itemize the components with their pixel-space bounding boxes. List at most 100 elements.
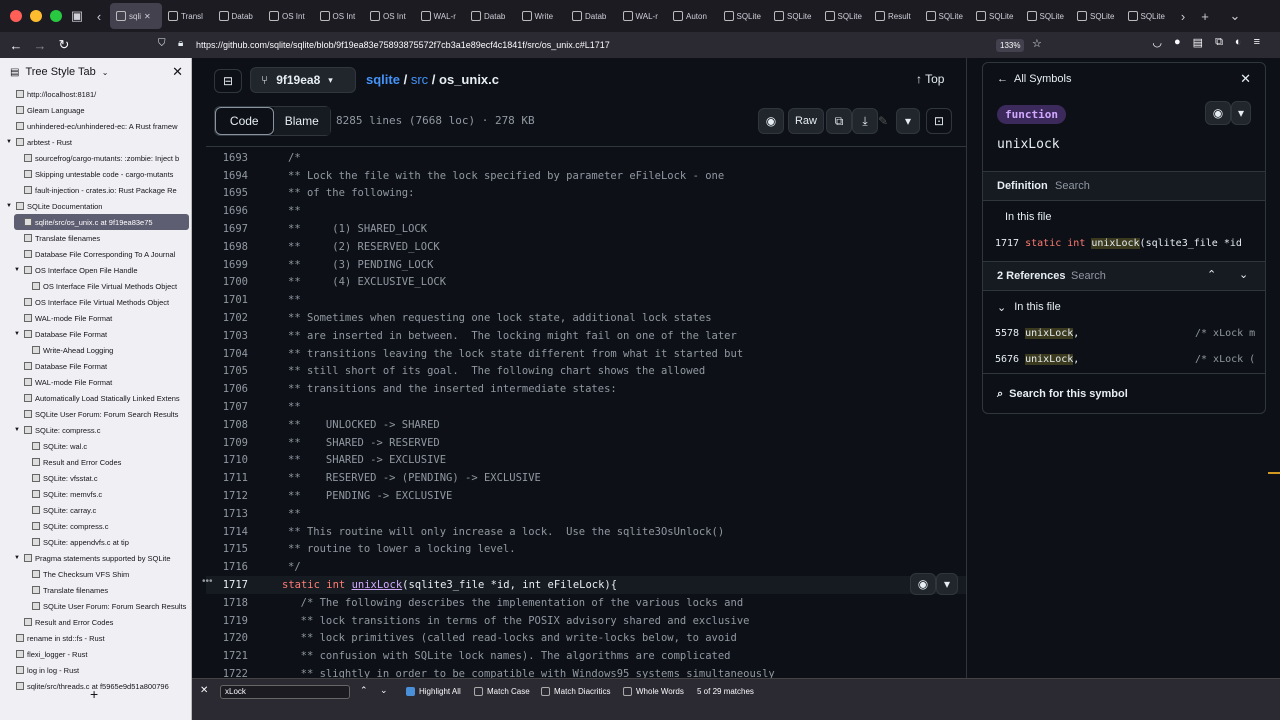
sidebar-tab-item[interactable]: Database File Corresponding To A Journal	[14, 246, 189, 262]
line-number[interactable]: 1700	[206, 276, 258, 288]
browser-tab[interactable]: SQLite	[1071, 0, 1122, 32]
sidebar-tab-item[interactable]: log in log - Rust	[6, 662, 189, 678]
line-number[interactable]: 1707	[206, 401, 258, 413]
code-line[interactable]: 1700 ** (4) EXCLUSIVE_LOCK	[206, 274, 967, 292]
sidebar-tab-item[interactable]: flexi_logger - Rust	[6, 646, 189, 662]
sidebar-tab-item[interactable]: sourcefrog/cargo-mutants: :zombie: Injec…	[14, 150, 189, 166]
code-line[interactable]: 1719 ** lock transitions in terms of the…	[206, 612, 967, 630]
code-line[interactable]: 1695 ** of the following:	[206, 185, 967, 203]
line-number[interactable]: 1716	[206, 561, 258, 573]
close-panel-icon[interactable]: ✕	[1240, 71, 1251, 87]
file-tree-toggle-icon[interactable]: ⊟	[214, 69, 242, 93]
sidebar-tab-item[interactable]: unhindered-ec/unhindered-ec: A Rust fram…	[6, 118, 189, 134]
line-number[interactable]: 1693	[206, 152, 258, 164]
raw-button[interactable]: Raw	[788, 108, 824, 134]
reload-icon[interactable]: ↻	[52, 37, 76, 53]
code-line[interactable]: 1707 **	[206, 398, 967, 416]
code-line[interactable]: 1694 ** Lock the file with the lock speci…	[206, 167, 967, 185]
browser-tab[interactable]: SQLite	[718, 0, 769, 32]
line-number[interactable]: 1696	[206, 205, 258, 217]
match-diacritics-checkbox[interactable]: Match Diacritics	[541, 687, 610, 696]
sidebar-tab-item[interactable]: Result and Error Codes	[14, 614, 189, 630]
code-line[interactable]: 1722 ** slightly in order to be compatib…	[206, 665, 967, 678]
code-line[interactable]: 1717 static int unixLock(sqlite3_file *id…	[206, 576, 967, 594]
references-in-file-group[interactable]: ⌄ In this file	[997, 301, 1279, 314]
code-line[interactable]: 1705 ** still short of its goal. The foll…	[206, 363, 967, 381]
sidebar-tab-item[interactable]: ▼ SQLite Documentation	[6, 198, 189, 214]
code-token[interactable]: unixLock	[352, 579, 403, 591]
browser-tab[interactable]: Result	[869, 0, 920, 32]
references-search-tab[interactable]: Search	[1071, 270, 1106, 282]
copilot-line-icon[interactable]: ◉	[910, 573, 936, 595]
tab-overview-icon[interactable]: ▣	[66, 5, 88, 27]
line-menu-dropdown-icon[interactable]: ▾	[936, 573, 958, 595]
collapse-arrow-icon[interactable]: ▼	[14, 427, 21, 433]
browser-tab[interactable]: Datab	[213, 0, 264, 32]
chevron-down-icon[interactable]: ⌄	[1239, 268, 1248, 281]
sidebar-tab-item[interactable]: fault-injection - crates.io: Rust Packag…	[14, 182, 189, 198]
browser-tab[interactable]: SQLite	[768, 0, 819, 32]
close-find-icon[interactable]: ✕	[200, 685, 208, 696]
browser-tab[interactable]: SQLite	[819, 0, 870, 32]
sidebar-tab-item[interactable]: SQLite: wal.c	[22, 438, 189, 454]
sidebar-tab-item[interactable]: sqlite/src/os_unix.c at 9f19ea83e75	[14, 214, 189, 230]
line-number[interactable]: 1702	[206, 312, 258, 324]
sidebar-tab-item[interactable]: ▼ arbtest - Rust	[6, 134, 189, 150]
code-viewer[interactable]: 1693 /* 1694 ** Lock the file with the lock…	[206, 146, 967, 678]
edit-pencil-icon[interactable]: ✎	[870, 108, 896, 134]
find-previous-icon[interactable]: ⌃	[360, 685, 368, 696]
sidebar-tab-item[interactable]: ▼ Pragma statements supported by SQLite	[14, 550, 189, 566]
code-line[interactable]: 1693 /*	[206, 149, 967, 167]
code-line[interactable]: 1714 ** This routine will only increase a…	[206, 523, 967, 541]
reference-result[interactable]: 5676 unixLock, /* xLock (	[995, 354, 1263, 365]
edit-dropdown-icon[interactable]: ▾	[896, 108, 920, 134]
line-number[interactable]: 1709	[206, 437, 258, 449]
reference-result[interactable]: 5578 unixLock, /* xLock m	[995, 328, 1263, 339]
blame-tab[interactable]: Blame	[273, 107, 330, 135]
references-section-header[interactable]: 2 References Search ⌃ ⌄	[983, 261, 1265, 291]
whole-words-checkbox[interactable]: Whole Words	[623, 687, 684, 696]
code-line[interactable]: 1706 ** transitions and the inserted inte…	[206, 380, 967, 398]
code-line[interactable]: 1716 */	[206, 558, 967, 576]
collapse-arrow-icon[interactable]: ▼	[14, 555, 21, 561]
browser-tab[interactable]: SQLite	[920, 0, 971, 32]
code-line[interactable]: 1708 ** UNLOCKED -> SHARED	[206, 416, 967, 434]
line-number[interactable]: 1717	[206, 579, 258, 591]
sidebar-tab-item[interactable]: SQLite: vfsstat.c	[22, 470, 189, 486]
code-line[interactable]: 1713 **	[206, 505, 967, 523]
url-bar[interactable]: https://github.com/sqlite/sqlite/blob/9f…	[196, 34, 1096, 56]
line-number[interactable]: 1694	[206, 170, 258, 182]
scroll-tabs-right-icon[interactable]: ›	[1172, 5, 1194, 27]
definition-search-tab[interactable]: Search	[1055, 180, 1090, 192]
close-window-button[interactable]	[10, 10, 22, 22]
browser-tab[interactable]: Auton	[667, 0, 718, 32]
sidebar-tab-item[interactable]: WAL-mode File Format	[14, 374, 189, 390]
sidebar-tab-item[interactable]: rename in std::fs - Rust	[6, 630, 189, 646]
code-tab[interactable]: Code	[215, 107, 274, 135]
definition-tab[interactable]: Definition	[997, 180, 1048, 192]
code-line[interactable]: 1703 ** are inserted in between. The lock…	[206, 327, 967, 345]
line-number[interactable]: 1718	[206, 597, 258, 609]
line-number[interactable]: 1705	[206, 365, 258, 377]
code-line[interactable]: 1721 ** confusion with SQLite lock names…	[206, 647, 967, 665]
line-number[interactable]: 1721	[206, 650, 258, 662]
collapse-arrow-icon[interactable]: ▼	[6, 139, 13, 145]
sidebar-tab-item[interactable]: ▼ Database File Format	[14, 326, 189, 342]
code-line[interactable]: 1710 ** SHARED -> EXCLUSIVE	[206, 452, 967, 470]
code-line[interactable]: 1712 ** PENDING -> EXCLUSIVE	[206, 487, 967, 505]
pocket-icon[interactable]: ◡	[1152, 36, 1162, 49]
line-number[interactable]: 1704	[206, 348, 258, 360]
dropdown-icon[interactable]: ▾	[1231, 101, 1251, 125]
code-line[interactable]: 1696 **	[206, 202, 967, 220]
line-number[interactable]: 1714	[206, 526, 258, 538]
menu-icon[interactable]: ≡	[1254, 36, 1260, 49]
breadcrumb-repo[interactable]: sqlite	[366, 72, 400, 87]
sidebar-tab-item[interactable]: OS Interface File Virtual Methods Object	[14, 294, 189, 310]
collapse-arrow-icon[interactable]: ▼	[14, 331, 21, 337]
sidebar-tab-item[interactable]: Automatically Load Statically Linked Ext…	[14, 390, 189, 406]
line-number[interactable]: 1715	[206, 543, 258, 555]
sidebar-header[interactable]: ▤ Tree Style Tab ⌄ ✕	[0, 58, 191, 86]
browser-tab[interactable]: Write	[516, 0, 567, 32]
branch-selector[interactable]: ⑂ 9f19ea8 ▾	[250, 67, 356, 93]
browser-tab[interactable]: OS Int	[263, 0, 314, 32]
